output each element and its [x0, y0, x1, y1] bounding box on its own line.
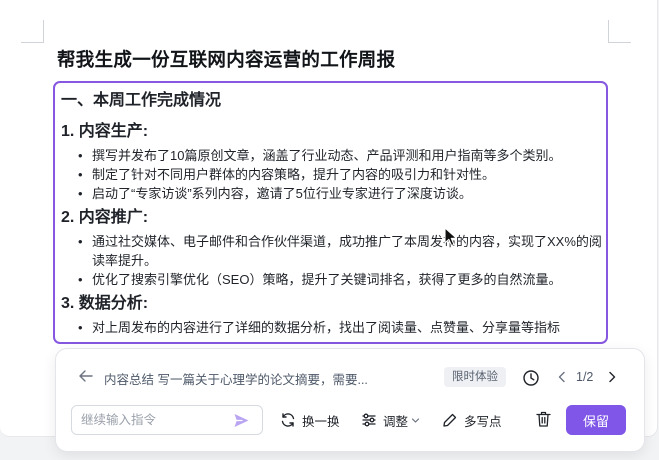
bullet-list: 撰写并发布了10篇原创文章，涵盖了行业动态、产品评测和用户指南等多个类别。 制定… [61, 146, 606, 203]
mouse-pointer-icon [444, 227, 458, 247]
subsection-heading: 3. 数据分析: [61, 295, 149, 312]
pencil-icon [443, 413, 457, 427]
ai-assistant-panel: 内容总结 写一篇关于心理学的论文摘要，需要... 限时体验 1/2 换一换 [55, 348, 645, 452]
back-arrow-icon[interactable] [78, 368, 94, 384]
trial-badge: 限时体验 [444, 367, 506, 387]
rewrite-button[interactable]: 换一换 [280, 411, 340, 429]
list-item: 撰写并发布了10篇原创文章，涵盖了行业动态、产品评测和用户指南等多个类别。 [78, 146, 606, 165]
history-clock-icon[interactable] [522, 369, 540, 387]
refresh-icon [281, 413, 295, 427]
list-item: 通过社交媒体、电子邮件和合作伙伴渠道，成功推广了本周发布的内容，实现了XX%的阅… [78, 232, 606, 270]
write-more-button[interactable]: 多写点 [442, 411, 502, 429]
page-corner-mark [21, 20, 44, 43]
keep-button[interactable]: 保留 [566, 405, 626, 435]
bullet-list: 对上周发布的内容进行了详细的数据分析，找出了阅读量、点赞量、分享量等指标 [61, 318, 606, 337]
instruction-input-box[interactable] [71, 405, 263, 435]
page-corner-mark [608, 20, 631, 43]
subsection-heading: 2. 内容推广: [61, 209, 149, 226]
prompt-preview[interactable]: 内容总结 写一篇关于心理学的论文摘要，需要... [104, 369, 394, 388]
document-title[interactable]: 帮我生成一份互联网内容运营的工作周报 [57, 46, 395, 72]
bullet-list: 通过社交媒体、电子邮件和合作伙伴渠道，成功推广了本周发布的内容，实现了XX%的阅… [61, 232, 606, 289]
list-item: 启动了“专家访谈”系列内容，邀请了5位行业专家进行了深度访谈。 [78, 184, 606, 203]
chevron-right-icon[interactable] [606, 371, 618, 383]
list-item: 制定了针对不同用户群体的内容策略，提升了内容的吸引力和针对性。 [78, 165, 606, 184]
subsection-heading: 1. 内容生产: [61, 123, 149, 140]
result-pager: 1/2 [576, 370, 594, 384]
chevron-down-icon [411, 417, 420, 423]
adjust-button[interactable]: 调整 [361, 411, 420, 429]
rewrite-label: 换一换 [302, 414, 340, 429]
list-item: 对上周发布的内容进行了详细的数据分析，找出了阅读量、点赞量、分享量等指标 [78, 318, 606, 337]
trash-icon[interactable] [535, 410, 552, 428]
adjust-label: 调整 [383, 414, 409, 429]
instruction-input[interactable] [81, 410, 231, 430]
chevron-left-icon[interactable] [556, 371, 568, 383]
generated-content-selection[interactable]: 一、本周工作完成情况 1. 内容生产: 撰写并发布了10篇原创文章，涵盖了行业动… [53, 81, 608, 344]
write-more-label: 多写点 [464, 414, 502, 429]
list-item: 优化了搜索引擎优化（SEO）策略，提升了关键词排名，获得了更多的自然流量。 [78, 270, 606, 289]
send-icon[interactable] [233, 412, 250, 429]
section-heading: 一、本周工作完成情况 [61, 92, 222, 109]
sliders-icon [362, 413, 376, 427]
